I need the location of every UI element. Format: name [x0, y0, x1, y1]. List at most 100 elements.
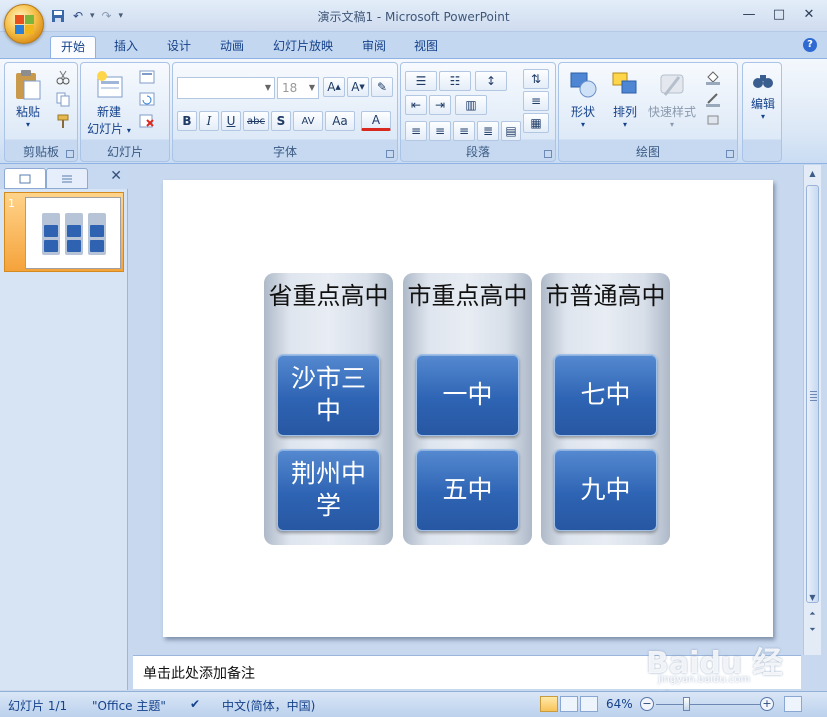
- clear-formatting-icon[interactable]: ✎: [371, 77, 393, 97]
- paragraph-group-label: 段落: [465, 145, 490, 159]
- clipboard-launcher-icon[interactable]: [66, 150, 74, 158]
- slide-thumbnail[interactable]: 1: [4, 192, 124, 272]
- previous-slide-icon[interactable]: ⏶: [805, 607, 820, 621]
- tab-view[interactable]: 视图: [404, 36, 448, 58]
- tab-home[interactable]: 开始: [50, 36, 97, 58]
- justify-icon[interactable]: ≣: [477, 121, 499, 141]
- quick-styles-button[interactable]: 快速样式 ▾: [647, 69, 697, 129]
- align-left-icon[interactable]: ≡: [405, 121, 427, 141]
- shape-fill-icon[interactable]: [705, 69, 721, 85]
- shapes-button[interactable]: 形状 ▾: [565, 69, 601, 129]
- item-box[interactable]: 七中: [554, 354, 657, 436]
- tab-review[interactable]: 审阅: [352, 36, 396, 58]
- font-group: ▼ 18 ▼ A ▲ A ▼ ✎ B I U abc S AV Aa A 字体: [172, 62, 398, 162]
- arrange-button[interactable]: 排列 ▾: [607, 69, 643, 129]
- strikethrough-button[interactable]: abc: [243, 111, 269, 131]
- column-title[interactable]: 市重点高中: [403, 281, 532, 312]
- smartart-column[interactable]: 市重点高中 一中 五中: [403, 273, 532, 545]
- align-text-icon[interactable]: ≡: [523, 91, 549, 111]
- shadow-button[interactable]: S: [271, 111, 291, 131]
- zoom-slider-track[interactable]: [656, 704, 760, 705]
- editing-button[interactable]: 编辑 ▾: [745, 69, 781, 121]
- zoom-level[interactable]: 64%: [606, 697, 633, 711]
- new-slide-button[interactable]: 新建 幻灯片 ▾: [83, 69, 135, 137]
- underline-button[interactable]: U: [221, 111, 241, 131]
- font-name-combo[interactable]: ▼: [177, 77, 275, 99]
- help-icon[interactable]: ?: [803, 38, 817, 52]
- copy-icon[interactable]: [55, 91, 71, 107]
- tab-slides-thumbnails[interactable]: [4, 168, 46, 189]
- font-launcher-icon[interactable]: [386, 150, 394, 158]
- normal-view-button[interactable]: [540, 696, 558, 712]
- close-panel-button[interactable]: ✕: [110, 168, 122, 184]
- distribute-icon[interactable]: ▤: [501, 121, 521, 141]
- tab-outline[interactable]: [46, 168, 88, 189]
- numbering-icon[interactable]: ☷: [439, 71, 471, 91]
- zoom-slider-thumb[interactable]: [683, 697, 690, 711]
- grow-font-button[interactable]: A ▲: [323, 77, 345, 97]
- paste-button[interactable]: 粘贴 ▾: [11, 69, 45, 129]
- column-title[interactable]: 省重点高中: [264, 281, 393, 312]
- next-slide-icon[interactable]: ⏷: [805, 623, 820, 637]
- smartart-convert-icon[interactable]: ▦: [523, 113, 549, 133]
- ribbon-tabs: 开始 插入 设计 动画 幻灯片放映 审阅 视图 ?: [0, 32, 827, 58]
- slide-canvas[interactable]: 省重点高中 沙市三中 荆州中学 市重点高中 一中 五中 市普通高中 七中 九中: [163, 180, 773, 637]
- fit-to-window-button[interactable]: [784, 696, 802, 712]
- shape-outline-icon[interactable]: [705, 91, 721, 107]
- columns-icon[interactable]: ▥: [455, 95, 487, 115]
- layout-icon[interactable]: [139, 69, 155, 85]
- change-case-button[interactable]: Aa: [325, 111, 355, 131]
- bullets-icon[interactable]: ☰: [405, 71, 437, 91]
- shape-effects-icon[interactable]: [705, 113, 721, 129]
- line-spacing-icon[interactable]: ↕: [475, 71, 507, 91]
- text-direction-icon[interactable]: ⇅: [523, 69, 549, 89]
- char-spacing-button[interactable]: AV: [293, 111, 323, 131]
- smartart-column[interactable]: 市普通高中 七中 九中: [541, 273, 670, 545]
- cut-icon[interactable]: [55, 69, 71, 85]
- minimize-button[interactable]: —: [735, 4, 763, 24]
- column-title[interactable]: 市普通高中: [541, 281, 670, 312]
- slides-panel-tabs: ✕: [0, 165, 128, 189]
- item-box[interactable]: 九中: [554, 449, 657, 531]
- office-button[interactable]: [4, 4, 44, 44]
- tab-animations[interactable]: 动画: [210, 36, 254, 58]
- status-bar: 幻灯片 1/1 "Office 主题" ✔ 中文(简体，中国) 64% − +: [0, 691, 827, 717]
- item-box[interactable]: 荆州中学: [277, 449, 380, 531]
- increase-indent-icon[interactable]: ⇥: [429, 95, 451, 115]
- font-size-combo[interactable]: 18 ▼: [277, 77, 319, 99]
- drawing-group: 形状 ▾ 排列 ▾ 快速样式 ▾ 绘图: [558, 62, 738, 162]
- close-button[interactable]: ✕: [795, 4, 823, 24]
- scroll-down-icon[interactable]: ▼: [805, 591, 820, 605]
- spellcheck-icon[interactable]: ✔: [190, 697, 200, 711]
- align-right-icon[interactable]: ≡: [453, 121, 475, 141]
- shrink-font-button[interactable]: A ▼: [347, 77, 369, 97]
- drawing-launcher-icon[interactable]: [726, 150, 734, 158]
- scroll-up-icon[interactable]: ▲: [805, 167, 820, 181]
- font-color-button[interactable]: A: [361, 111, 391, 131]
- tab-insert[interactable]: 插入: [104, 36, 148, 58]
- item-box[interactable]: 沙市三中: [277, 354, 380, 436]
- tab-design[interactable]: 设计: [157, 36, 201, 58]
- decrease-indent-icon[interactable]: ⇤: [405, 95, 427, 115]
- format-painter-icon[interactable]: [55, 113, 71, 129]
- tab-slideshow[interactable]: 幻灯片放映: [263, 36, 343, 58]
- reset-icon[interactable]: [139, 91, 155, 107]
- item-box[interactable]: 一中: [416, 354, 519, 436]
- vertical-scrollbar[interactable]: ▲ ▼ ⏶ ⏷: [803, 165, 821, 655]
- delete-slide-icon[interactable]: [139, 113, 155, 129]
- maximize-button[interactable]: □: [765, 4, 793, 24]
- scroll-thumb[interactable]: [806, 185, 819, 603]
- notes-pane[interactable]: 单击此处添加备注: [133, 655, 801, 689]
- font-size-value: 18: [282, 81, 298, 95]
- zoom-out-button[interactable]: −: [640, 697, 654, 711]
- slideshow-view-button[interactable]: [580, 696, 598, 712]
- italic-button[interactable]: I: [199, 111, 219, 131]
- align-center-icon[interactable]: ≡: [429, 121, 451, 141]
- zoom-in-button[interactable]: +: [760, 697, 774, 711]
- bold-button[interactable]: B: [177, 111, 197, 131]
- item-box[interactable]: 五中: [416, 449, 519, 531]
- smartart-column[interactable]: 省重点高中 沙市三中 荆州中学: [264, 273, 393, 545]
- slide-sorter-button[interactable]: [560, 696, 578, 712]
- paragraph-launcher-icon[interactable]: [544, 150, 552, 158]
- ribbon: 粘贴 ▾ 剪贴板 新建 幻灯片 ▾ 幻灯片 ▼ 18 ▼ A ▲ A ▼ ✎ B I …: [0, 58, 827, 164]
